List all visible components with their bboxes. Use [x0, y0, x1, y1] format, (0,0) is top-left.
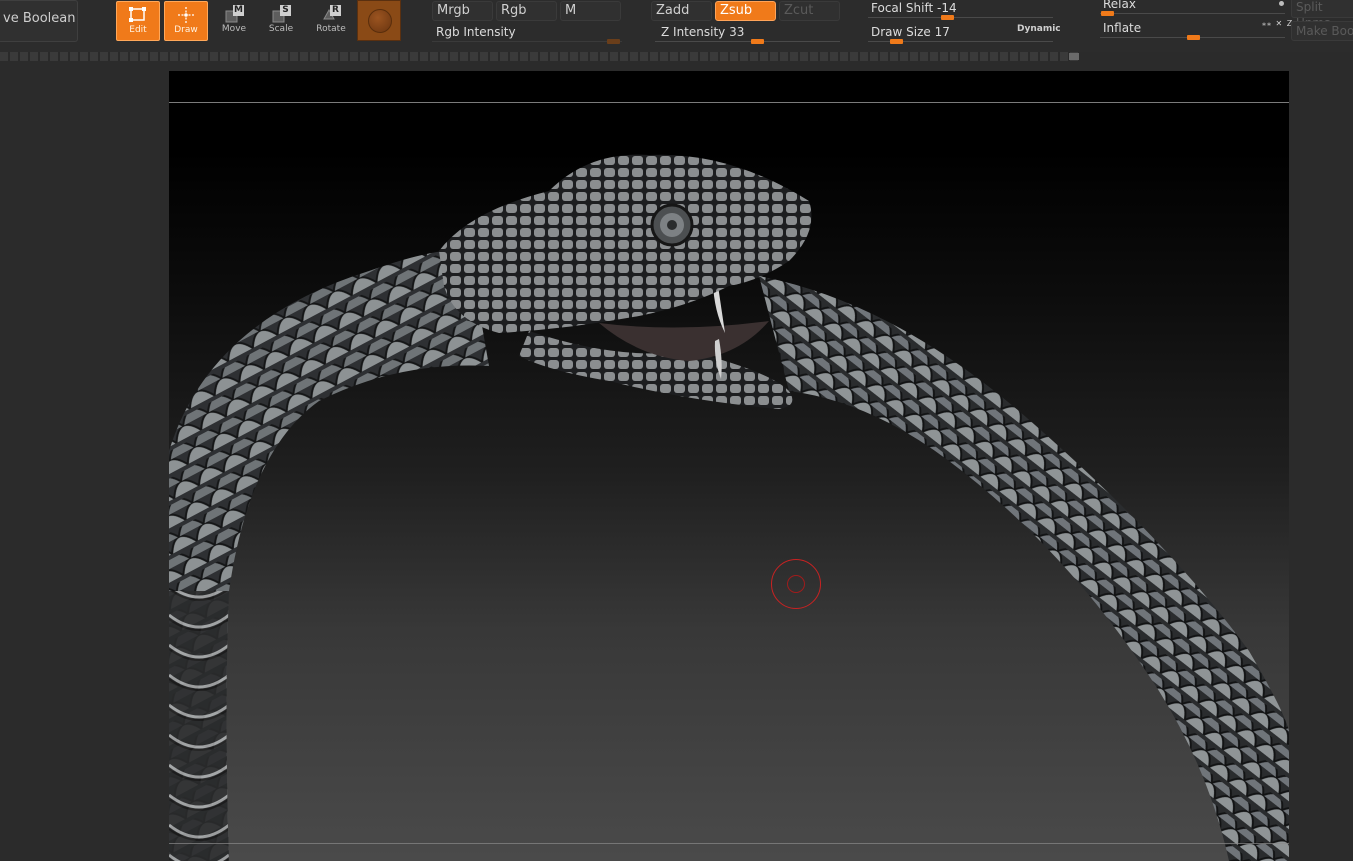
zadd-button[interactable]: Zadd — [651, 1, 712, 21]
draw-button[interactable]: Draw — [164, 1, 208, 41]
move-key-badge: M — [233, 5, 244, 16]
dynamic-button[interactable]: Dynamic — [1017, 24, 1061, 34]
make-boolean-label: Make Boo — [1296, 24, 1353, 38]
draw-size-label: Draw Size 17 — [871, 25, 950, 39]
rgb-button[interactable]: Rgb — [496, 1, 557, 21]
canvas-guide-bottom — [169, 843, 1289, 844]
mrgb-button[interactable]: Mrgb — [432, 1, 493, 21]
live-boolean-label: ve Boolean — [3, 11, 76, 26]
rgb-intensity-label: Rgb Intensity — [436, 25, 516, 39]
draw-size-slider[interactable] — [868, 38, 1053, 46]
z-intensity-knob[interactable] — [751, 39, 764, 44]
progress-strip — [0, 52, 1080, 61]
inflate-label: Inflate — [1103, 21, 1142, 35]
scale-key-badge: S — [280, 5, 291, 16]
focal-shift-slider[interactable] — [868, 14, 1053, 22]
focal-shift-knob[interactable] — [941, 15, 954, 20]
rgb-intensity-knob[interactable] — [607, 39, 620, 44]
inflate-knob[interactable] — [1187, 35, 1200, 40]
brush-cursor — [771, 559, 821, 609]
z-intensity-slider[interactable] — [655, 38, 840, 46]
move-button[interactable]: M Move — [212, 1, 256, 41]
strip-handle[interactable] — [1069, 53, 1079, 60]
z-intensity-label: Z Intensity 33 — [661, 25, 745, 39]
make-boolean-button[interactable]: Make Boo — [1291, 21, 1353, 41]
rotate-icon: R — [321, 5, 341, 23]
edit-label: Edit — [129, 25, 147, 35]
draw-icon — [176, 6, 196, 24]
draw-size-knob[interactable] — [890, 39, 903, 44]
m-label: M — [565, 3, 577, 18]
material-sphere-icon — [368, 9, 392, 33]
live-boolean-button[interactable]: ve Boolean — [0, 0, 78, 42]
document-canvas[interactable] — [169, 71, 1289, 861]
relax-slider[interactable] — [1100, 10, 1285, 18]
rotate-key-badge: R — [330, 5, 341, 16]
relax-knob[interactable] — [1101, 11, 1114, 16]
move-icon: M — [224, 5, 244, 23]
scale-button[interactable]: S Scale — [259, 1, 303, 41]
zadd-label: Zadd — [656, 3, 690, 18]
rgb-intensity-slider[interactable] — [432, 38, 622, 46]
scale-label: Scale — [268, 24, 294, 34]
rotate-label: Rotate — [316, 24, 346, 34]
edit-icon — [128, 6, 148, 24]
brush-cursor-inner — [787, 575, 805, 593]
split-unmasked-button[interactable]: Split Unma — [1291, 0, 1353, 30]
m-button[interactable]: M — [560, 1, 621, 21]
top-toolbar: ve Boolean Edit Draw M Move S Scale R Ro… — [0, 0, 1353, 52]
zsub-label: Zsub — [720, 3, 753, 18]
inflate-axis-icons[interactable]: ⁎⁎ ✕ Z — [1262, 19, 1293, 28]
rotate-button[interactable]: R Rotate — [309, 1, 353, 41]
relax-toggle-icon[interactable] — [1279, 1, 1284, 6]
serpent-sculpt — [169, 154, 1289, 861]
inflate-slider[interactable] — [1100, 34, 1285, 42]
zcut-label: Zcut — [784, 3, 814, 18]
draw-label: Draw — [174, 25, 198, 35]
mrgb-label: Mrgb — [437, 3, 470, 18]
zcut-button[interactable]: Zcut — [779, 1, 840, 21]
scale-icon: S — [271, 5, 291, 23]
rgb-label: Rgb — [501, 3, 527, 18]
edit-button[interactable]: Edit — [116, 1, 160, 41]
material-swatch-button[interactable] — [357, 0, 401, 41]
move-label: Move — [221, 24, 247, 34]
focal-shift-label: Focal Shift -14 — [871, 1, 957, 15]
dynamic-label: Dynamic — [1017, 24, 1061, 34]
zsub-button[interactable]: Zsub — [715, 1, 776, 21]
